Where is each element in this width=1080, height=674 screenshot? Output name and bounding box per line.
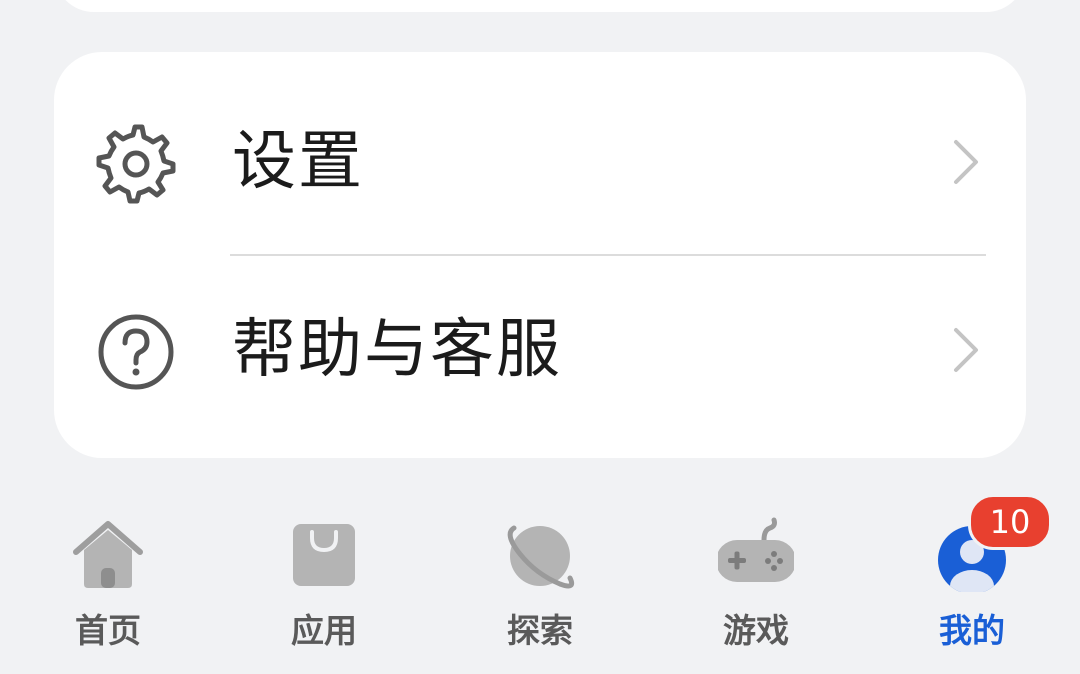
profile-screen: 设置 帮助与客服 首页 应用 探索 游戏 我的 10 <box>0 0 1080 674</box>
gear-icon <box>96 124 176 204</box>
settings-row[interactable]: 设置 <box>54 68 1026 256</box>
settings-label: 设置 <box>232 125 364 199</box>
tab-explore[interactable]: 探索 <box>432 500 648 660</box>
tab-apps[interactable]: 应用 <box>216 500 432 660</box>
tab-games-label: 游戏 <box>723 611 789 650</box>
shopping-bag-icon <box>293 524 355 586</box>
previous-card-edge <box>54 0 1026 12</box>
tab-apps-label: 应用 <box>291 611 357 650</box>
bottom-tab-bar: 首页 应用 探索 游戏 我的 <box>0 500 1080 674</box>
tab-explore-label: 探索 <box>507 611 573 650</box>
planet-icon <box>507 525 575 589</box>
tab-mine-label: 我的 <box>939 611 1005 650</box>
tab-games[interactable]: 游戏 <box>648 500 864 660</box>
home-icon <box>73 521 143 588</box>
tab-home[interactable]: 首页 <box>0 500 216 660</box>
notification-badge: 10 <box>968 494 1052 550</box>
help-support-row[interactable]: 帮助与客服 <box>54 256 1026 444</box>
help-support-label: 帮助与客服 <box>232 313 562 387</box>
menu-card: 设置 帮助与客服 <box>54 52 1026 458</box>
chevron-right-icon <box>954 140 978 184</box>
question-circle-icon <box>98 314 174 390</box>
gamepad-icon <box>718 517 794 582</box>
chevron-right-icon <box>954 328 978 372</box>
tab-home-label: 首页 <box>75 611 141 650</box>
